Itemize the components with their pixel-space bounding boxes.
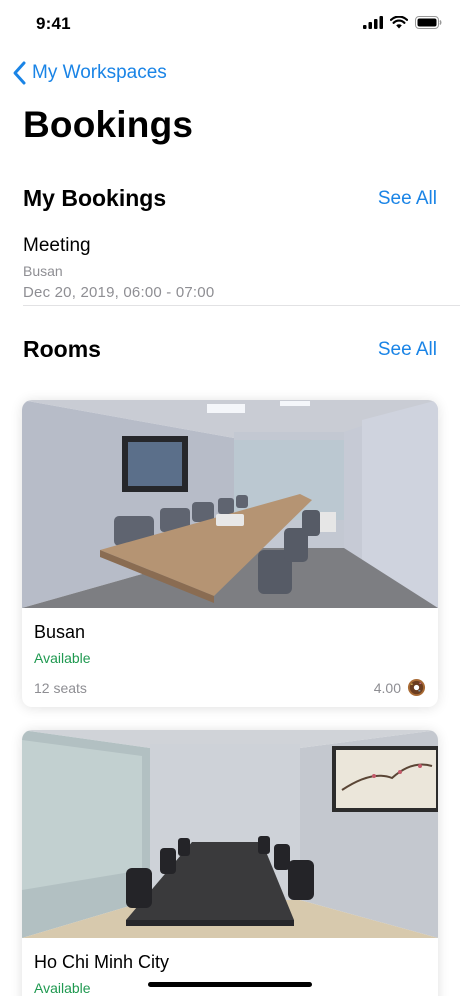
- my-bookings-see-all-button[interactable]: See All: [378, 188, 437, 210]
- room-rating-value: 4.00: [373, 679, 401, 696]
- home-indicator[interactable]: [148, 982, 312, 987]
- room-info: Busan Available 12 seats 4.00: [22, 608, 438, 697]
- bookings-screen: 9:41 My Workspaces Bookings My Bookings …: [0, 0, 460, 996]
- my-bookings-title: My Bookings: [23, 185, 167, 211]
- room-name: Busan: [34, 622, 86, 642]
- room-info: Ho Chi Minh City Available: [22, 938, 438, 996]
- battery-icon: [415, 16, 442, 29]
- booking-title: Meeting: [23, 235, 91, 256]
- booking-item[interactable]: Meeting Busan Dec 20, 2019, 06:00 - 07:0…: [23, 235, 460, 306]
- status-bar: 9:41: [0, 0, 460, 50]
- chevron-left-icon: [13, 61, 26, 85]
- status-icons: [363, 16, 442, 29]
- wifi-icon: [390, 16, 408, 29]
- room-card[interactable]: Busan Available 12 seats 4.00: [22, 400, 438, 707]
- back-label: My Workspaces: [32, 62, 167, 83]
- my-bookings-header: My Bookings See All: [23, 185, 437, 212]
- room-rating: 4.00: [374, 678, 426, 697]
- room-status: Available: [34, 650, 91, 666]
- back-button[interactable]: My Workspaces: [12, 60, 167, 86]
- booking-time: Dec 20, 2019, 06:00 - 07:00: [23, 284, 215, 301]
- cellular-signal-icon: [363, 16, 383, 29]
- room-name: Ho Chi Minh City: [34, 952, 170, 972]
- room-photo: [22, 400, 438, 608]
- rooms-title: Rooms: [23, 336, 101, 362]
- rooms-header: Rooms See All: [23, 336, 437, 363]
- status-time: 9:41: [36, 14, 71, 33]
- room-photo: [22, 730, 438, 938]
- donut-icon: [407, 678, 426, 697]
- room-card[interactable]: Ho Chi Minh City Available: [22, 730, 438, 996]
- room-seats: 12 seats: [34, 679, 87, 696]
- page-title: Bookings: [23, 104, 194, 145]
- room-footer: 12 seats 4.00: [34, 678, 426, 697]
- rooms-see-all-button[interactable]: See All: [378, 339, 437, 361]
- booking-location: Busan: [23, 263, 63, 279]
